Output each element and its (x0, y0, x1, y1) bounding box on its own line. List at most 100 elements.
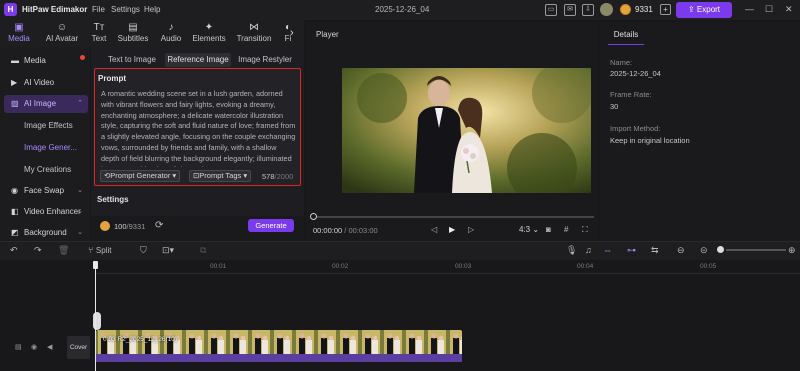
cover-button[interactable]: Cover (67, 336, 90, 359)
chevron-down-icon: ⌄ (77, 208, 83, 215)
sidebar-sub-image-generator[interactable]: Image Gener... (24, 143, 77, 152)
prompt-tags-button[interactable]: ⊡Prompt Tags ▾ (189, 170, 252, 182)
audio-icon: ♪ (168, 22, 174, 33)
player-timecode: 00:00:00 / 00:03:00 (313, 226, 378, 235)
tab-elements[interactable]: ✦ Elements (191, 22, 227, 46)
coin-icon (620, 4, 631, 15)
chevron-up-icon: ⌃ (77, 100, 83, 107)
menu-help[interactable]: Help (144, 5, 160, 14)
crop-icon[interactable]: ⧉ (200, 245, 206, 256)
shield-icon[interactable]: ⛉ (140, 245, 147, 256)
sidebar-item-ai-image[interactable]: ▨ AI Image ⌃ (4, 95, 88, 113)
next-frame-icon[interactable]: ▷ (468, 225, 474, 234)
aspect-ratio-select[interactable]: 4:3 ⌄ (519, 225, 539, 234)
minimize-icon[interactable]: — (745, 4, 754, 14)
folder-icon: ▬ (11, 56, 19, 65)
chevron-right-icon[interactable]: › (290, 27, 294, 39)
prompt-char-count: 578/2000 (262, 172, 294, 181)
play-icon[interactable]: ▶ (449, 225, 455, 234)
ruler-label: 00:04 (577, 263, 594, 270)
clip-audio-bar (96, 354, 462, 362)
tab-subtitles[interactable]: ▤ Subtitles (115, 22, 151, 46)
delete-icon[interactable]: 🗑 (58, 245, 69, 256)
wedding-image (342, 68, 591, 193)
avatar[interactable] (600, 3, 613, 16)
video-preview[interactable] (342, 68, 591, 193)
timeline-ruler[interactable] (95, 260, 800, 274)
zoom-slider-handle[interactable] (717, 246, 724, 253)
zoom-out-icon[interactable]: ⊝ (700, 245, 708, 256)
sidebar-item-media[interactable]: ▬ Media (4, 52, 88, 70)
tab-ai-avatar[interactable]: ☺ AI Avatar (42, 22, 82, 46)
subtitles-icon: ▤ (128, 22, 138, 33)
zoom-in-icon[interactable]: ⊕ (788, 245, 796, 256)
magnet-icon[interactable]: ⊶ (627, 245, 636, 256)
close-icon[interactable]: ✕ (785, 4, 793, 15)
snapshot-icon[interactable]: ◙ (546, 225, 551, 234)
tab-audio[interactable]: ♪ Audio (158, 22, 184, 46)
prompt-generator-button[interactable]: ⟲Prompt Generator ▾ (100, 170, 181, 182)
coin-icon (100, 221, 110, 231)
fullscreen-icon[interactable]: ⛶ (582, 225, 588, 235)
ai-avatar-icon: ☺ (56, 22, 68, 33)
name-label: Name: (610, 58, 633, 67)
tab-text-to-image[interactable]: Text to Image (101, 53, 163, 67)
prompt-input[interactable]: A romantic wedding scene set in a lush g… (101, 89, 296, 167)
sidebar-item-background[interactable]: ◩ Background ⌄ (4, 224, 88, 242)
import-method-label: Import Method: (610, 124, 661, 133)
transition-icon: ⋈ (249, 22, 259, 33)
split-icon: ⑂ (88, 245, 96, 255)
ai-image-icon: ▨ (11, 99, 19, 108)
link-icon[interactable]: ⇔ (603, 245, 612, 255)
track-storage-icon[interactable]: ▤ (15, 343, 22, 351)
background-icon: ◩ (11, 228, 19, 237)
screen-icon[interactable]: ▭ (545, 4, 557, 16)
coin-balance: 9331 (635, 5, 653, 14)
ai-video-icon: ▶ (11, 78, 18, 87)
undo-icon[interactable]: ↶ (10, 245, 18, 256)
tab-transition[interactable]: ⋈ Transition (235, 22, 273, 46)
app-name: HitPaw Edimakor (22, 5, 88, 14)
text-dropdown-icon[interactable]: ⊡▾ (162, 245, 174, 256)
tab-media[interactable]: ▣ Media (4, 22, 34, 46)
redo-icon[interactable]: ↷ (34, 245, 42, 256)
export-button[interactable]: ⇪ Export (676, 2, 732, 18)
tab-details[interactable]: Details (608, 26, 644, 45)
scrubber-handle[interactable] (310, 213, 317, 220)
grid-icon[interactable]: # (564, 225, 568, 234)
sidebar-sub-image-effects[interactable]: Image Effects (24, 121, 73, 130)
tab-image-restyler[interactable]: Image Restyler (234, 53, 296, 67)
music-icon[interactable]: ♫ (585, 245, 592, 255)
sidebar-sub-my-creations[interactable]: My Creations (24, 165, 71, 174)
sidebar-item-ai-video[interactable]: ▶ AI Video (4, 74, 88, 92)
zoom-slider[interactable] (726, 249, 786, 251)
tab-reference-image[interactable]: Reference Image (165, 53, 231, 67)
microphone-icon[interactable]: 🎙 (566, 245, 577, 256)
track-visibility-icon[interactable]: ◉ (31, 343, 37, 351)
export-icon: ⇪ (687, 5, 697, 14)
media-icon: ▣ (14, 22, 24, 33)
split-button[interactable]: ⑂ Split (88, 245, 111, 255)
refresh-icon[interactable]: ⟳ (155, 220, 163, 231)
prompt-title: Prompt (98, 74, 126, 83)
add-coins-icon[interactable]: + (660, 4, 671, 15)
playhead[interactable] (95, 262, 96, 371)
snap-icon[interactable]: ⇆ (651, 245, 659, 256)
sidebar-item-video-enhancer[interactable]: ◧ Video Enhancer ⌄ (4, 203, 88, 221)
import-method-value: Keep in original location (610, 136, 690, 145)
sidebar-item-face-swap[interactable]: ◉ Face Swap ⌄ (4, 182, 88, 200)
menu-settings[interactable]: Settings (111, 5, 140, 14)
mail-icon[interactable]: ✉ (564, 4, 576, 16)
generate-button[interactable]: Generate (248, 219, 294, 232)
maximize-icon[interactable]: ☐ (765, 4, 773, 15)
download-icon[interactable]: ⇩ (582, 4, 594, 16)
app-logo-icon: H (4, 3, 17, 16)
prev-frame-icon[interactable]: ◁ (431, 225, 437, 234)
tab-text[interactable]: Tт Text (88, 22, 110, 46)
fit-icon[interactable]: ⊖ (677, 245, 685, 256)
name-value: 2025-12-26_04 (610, 69, 661, 78)
track-audio-icon[interactable]: ◀ (47, 343, 52, 351)
player-scrubber[interactable] (312, 216, 594, 218)
export-label: Export (696, 5, 721, 14)
menu-file[interactable]: File (92, 5, 105, 14)
